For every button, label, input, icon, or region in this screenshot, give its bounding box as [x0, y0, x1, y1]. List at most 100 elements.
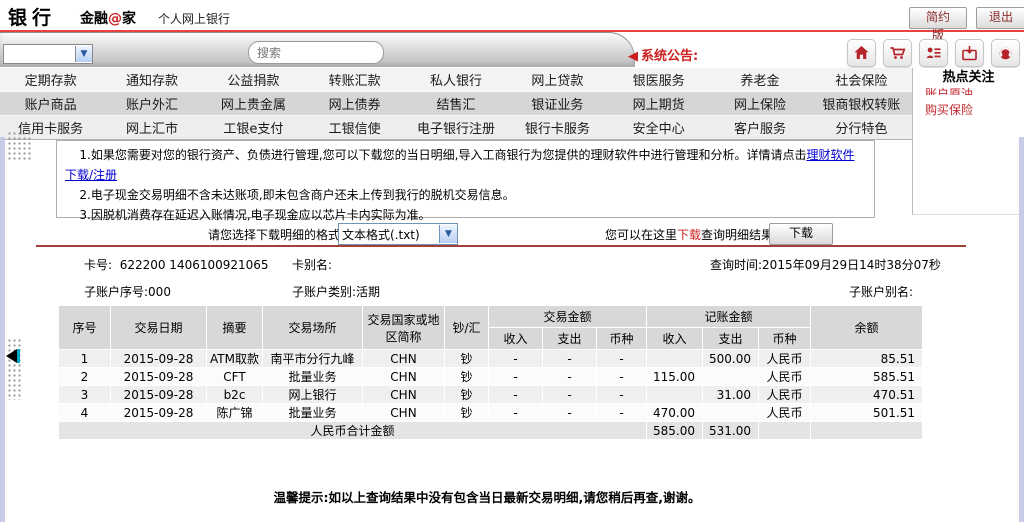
- chevron-down-icon: ▼: [439, 225, 457, 243]
- cell-record-expense: 31.00: [703, 386, 759, 404]
- logout-button[interactable]: 退出: [976, 7, 1024, 29]
- transaction-table: 序号 交易日期 摘要 交易场所 交易国家或地区简称 钞/汇 交易金额 记账金额 …: [58, 305, 923, 440]
- collapse-left-arrow-icon[interactable]: [6, 349, 17, 363]
- nav-item-ebanking-registration[interactable]: 电子银行注册: [405, 118, 506, 137]
- nav-item-bank-commodity-transfer[interactable]: 银商银权转账: [811, 94, 912, 113]
- cell-trade-income: -: [489, 350, 543, 368]
- col-date: 交易日期: [111, 306, 207, 350]
- nav-item-online-precious-metals[interactable]: 网上贵金属: [203, 94, 304, 113]
- cell-record-currency: 人民币: [759, 350, 811, 368]
- cell-date: 2015-09-28: [111, 368, 207, 386]
- nav-item-icbc-epay[interactable]: 工银e支付: [203, 118, 304, 137]
- cell-country: CHN: [363, 350, 445, 368]
- nav-item-account-forex[interactable]: 账户外汇: [101, 94, 202, 113]
- announcement-label: 系统公告:: [641, 49, 698, 64]
- cell-country: CHN: [363, 386, 445, 404]
- total-balance: [811, 422, 923, 440]
- cell-summary: CFT: [207, 368, 263, 386]
- cell-balance: 85.51: [811, 350, 923, 368]
- nav-item-branch-features[interactable]: 分行特色: [811, 118, 912, 137]
- sub-account-type-value: 活期: [356, 285, 380, 299]
- nav-item-online-forex-market[interactable]: 网上汇市: [101, 118, 202, 137]
- hot-item-account-crude-oil[interactable]: 账户原油: [913, 87, 1024, 95]
- notice-line-2: 2.电子现金交易明细不含未达账项,即未包含商户还未上传到我行的脱机交易信息。: [65, 185, 866, 205]
- nav-item-icbc-messenger[interactable]: 工银信使: [304, 118, 405, 137]
- total-record-expense: 531.00: [703, 422, 759, 440]
- card-number: 卡号: 622200 1406100921065: [84, 256, 269, 273]
- table-row: 4 2015-09-28 陈广锦 批量业务 CHN 钞 - - - 470.00…: [59, 404, 923, 422]
- download-button[interactable]: 下载: [769, 223, 833, 245]
- section-divider: [36, 245, 966, 247]
- cell-date: 2015-09-28: [111, 386, 207, 404]
- cell-record-expense: 500.00: [703, 350, 759, 368]
- contacts-icon[interactable]: [919, 39, 948, 67]
- col-cash-remit: 钞/汇: [445, 306, 489, 350]
- col-record-expense: 支出: [703, 328, 759, 350]
- cell-balance: 501.51: [811, 404, 923, 422]
- top-header: 银行 金融@家 个人网上银行 简约版 退出: [0, 0, 1024, 32]
- cell-country: CHN: [363, 368, 445, 386]
- nav-item-bank-securities[interactable]: 银证业务: [507, 94, 608, 113]
- sub-account-alias: 子账户别名:: [849, 283, 913, 300]
- personal-online-banking-page: 银行 金融@家 个人网上银行 简约版 退出 ▼ ◀系统公告:: [0, 0, 1024, 522]
- notice-line-1: 1.如果您需要对您的银行资产、负债进行管理,您可以下载您的当日明细,导入工商银行…: [65, 145, 866, 185]
- cell-record-income: 470.00: [647, 404, 703, 422]
- nav-item-forex-settlement[interactable]: 结售汇: [405, 94, 506, 113]
- collapse-handle-bar[interactable]: [17, 349, 20, 363]
- home-icon[interactable]: [847, 39, 876, 67]
- main-nav: 定期存款 通知存款 公益捐款 转账汇款 私人银行 网上贷款 银医服务 养老金 社…: [0, 68, 912, 140]
- cell-trade-expense: -: [543, 404, 597, 422]
- total-label: 人民币合计金额: [59, 422, 647, 440]
- col-balance: 余额: [811, 306, 923, 350]
- nav-item-account-commodities[interactable]: 账户商品: [0, 94, 101, 113]
- cell-record-income: 115.00: [647, 368, 703, 386]
- nav-item-bank-medical[interactable]: 银医服务: [608, 70, 709, 89]
- dotted-texture-top: [7, 131, 33, 161]
- nav-item-charity-donation[interactable]: 公益捐款: [203, 70, 304, 89]
- cell-summary: b2c: [207, 386, 263, 404]
- nav-item-online-loans[interactable]: 网上贷款: [507, 70, 608, 89]
- col-trade-expense: 支出: [543, 328, 597, 350]
- right-edge-strip: [1019, 137, 1024, 522]
- download-format-select[interactable]: 文本格式(.txt) ▼: [338, 223, 458, 245]
- hot-topics-title: 热点关注: [913, 68, 1024, 87]
- dotted-texture-side: [7, 338, 22, 400]
- cell-date: 2015-09-28: [111, 404, 207, 422]
- nav-item-online-futures[interactable]: 网上期货: [608, 94, 709, 113]
- page-subtitle: 个人网上银行: [158, 10, 230, 27]
- download-hint: 您可以在这里下载查询明细结果: [605, 226, 773, 243]
- brand-logo: 金融@家: [80, 8, 136, 28]
- nav-item-notice-deposit[interactable]: 通知存款: [101, 70, 202, 89]
- cell-seq: 4: [59, 404, 111, 422]
- cell-record-income: [647, 386, 703, 404]
- quick-menu-select[interactable]: ▼: [3, 44, 93, 64]
- col-group-trade-amount: 交易金额: [489, 306, 647, 328]
- nav-item-social-insurance[interactable]: 社会保险: [811, 70, 912, 89]
- nav-item-bank-card-service[interactable]: 银行卡服务: [507, 118, 608, 137]
- cell-balance: 470.51: [811, 386, 923, 404]
- nav-item-security-center[interactable]: 安全中心: [608, 118, 709, 137]
- cart-icon[interactable]: [883, 39, 912, 67]
- cell-place: 网上银行: [263, 386, 363, 404]
- total-record-currency: [759, 422, 811, 440]
- query-time-label: 查询时间:: [710, 258, 762, 272]
- customer-service-headset-icon[interactable]: [991, 39, 1020, 67]
- warm-tip: 温馨提示:如以上查询结果中没有包含当日最新交易明细,请您稍后再查,谢谢。: [0, 487, 974, 506]
- nav-item-pension[interactable]: 养老金: [709, 70, 810, 89]
- nav-item-online-insurance[interactable]: 网上保险: [709, 94, 810, 113]
- nav-item-customer-service[interactable]: 客户服务: [709, 118, 810, 137]
- nav-item-online-bonds[interactable]: 网上债券: [304, 94, 405, 113]
- download-hint-prefix: 您可以在这里: [605, 228, 677, 242]
- download-inline-link[interactable]: 下载: [677, 228, 701, 242]
- system-announcement: ◀系统公告:: [628, 45, 698, 64]
- hot-item-buy-insurance[interactable]: 购买保险: [913, 103, 1024, 118]
- search-input[interactable]: [255, 45, 409, 61]
- cell-balance: 585.51: [811, 368, 923, 386]
- nav-item-fixed-deposit[interactable]: 定期存款: [0, 70, 101, 89]
- nav-item-transfer-remittance[interactable]: 转账汇款: [304, 70, 405, 89]
- brand-pre: 金融: [80, 11, 108, 27]
- inbox-download-icon[interactable]: [955, 39, 984, 67]
- simple-version-button[interactable]: 简约版: [909, 7, 967, 29]
- col-trade-income: 收入: [489, 328, 543, 350]
- nav-item-private-banking[interactable]: 私人银行: [405, 70, 506, 89]
